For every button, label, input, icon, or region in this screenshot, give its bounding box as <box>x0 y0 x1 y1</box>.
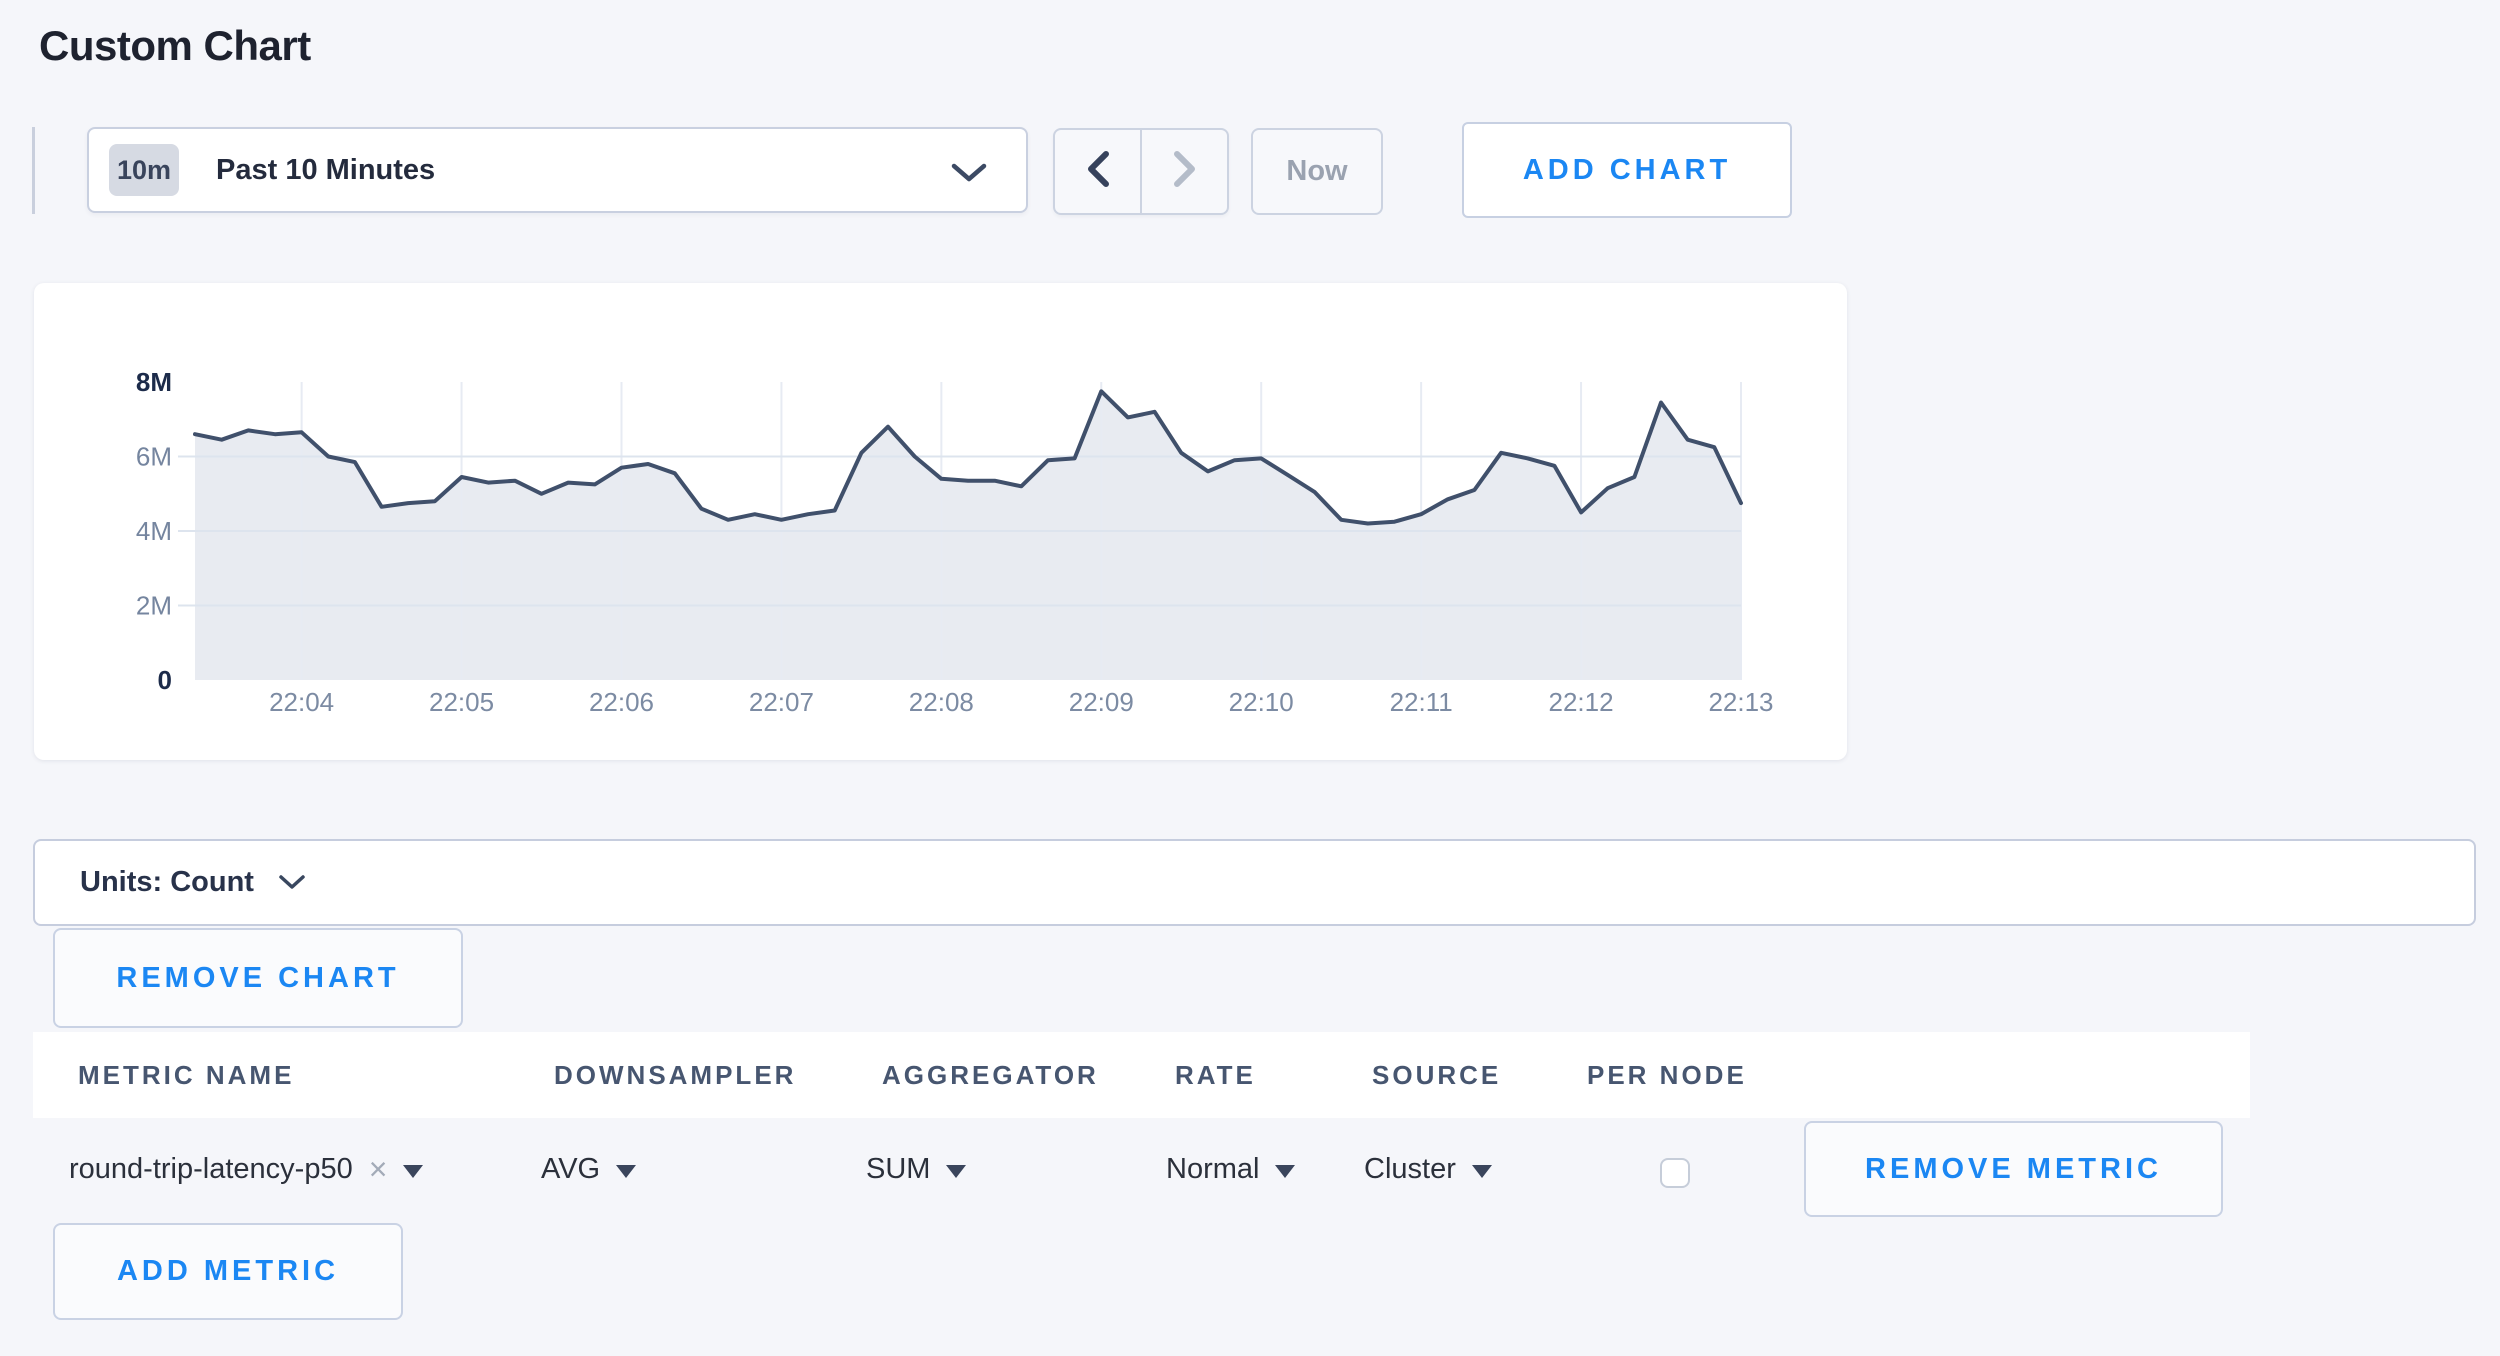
units-dropdown[interactable]: Units: Count <box>33 839 2476 926</box>
aggregator-dropdown[interactable]: SUM <box>866 1119 966 1219</box>
rate-value: Normal <box>1166 1153 1259 1186</box>
svg-text:22:13: 22:13 <box>1708 687 1773 717</box>
source-dropdown[interactable]: Cluster <box>1364 1119 1492 1219</box>
svg-text:22:11: 22:11 <box>1390 687 1453 717</box>
now-button[interactable]: Now <box>1251 128 1383 215</box>
remove-metric-button[interactable]: REMOVE METRIC <box>1804 1121 2223 1217</box>
units-label: Units: Count <box>80 866 254 899</box>
per-node-checkbox[interactable] <box>1660 1158 1690 1188</box>
column-header-aggregator: AGGREGATOR <box>882 1032 1099 1118</box>
metric-name-value: round-trip-latency-p50 <box>69 1153 353 1186</box>
column-header-source: SOURCE <box>1372 1032 1501 1118</box>
caret-down-icon <box>1472 1165 1492 1178</box>
chevron-right-icon <box>1172 150 1198 193</box>
aggregator-value: SUM <box>866 1153 930 1186</box>
time-next-button[interactable] <box>1142 130 1227 213</box>
add-chart-button[interactable]: ADD CHART <box>1462 122 1792 218</box>
page-title: Custom Chart <box>39 22 311 70</box>
svg-text:22:09: 22:09 <box>1069 687 1134 717</box>
source-value: Cluster <box>1364 1153 1456 1186</box>
caret-down-icon <box>616 1165 636 1178</box>
chevron-left-icon <box>1085 150 1111 193</box>
timeseries-area-chart[interactable]: 22:04 22:05 22:06 22:07 22:08 22:09 22:10 22:11… <box>34 283 1847 760</box>
column-header-metric-name: METRIC NAME <box>78 1032 294 1118</box>
remove-chart-button[interactable]: REMOVE CHART <box>53 928 463 1028</box>
svg-text:22:06: 22:06 <box>589 687 654 717</box>
downsampler-dropdown[interactable]: AVG <box>541 1119 636 1219</box>
clear-metric-icon[interactable]: × <box>369 1153 388 1185</box>
chevron-down-icon <box>950 162 988 189</box>
downsampler-value: AVG <box>541 1153 600 1186</box>
time-range-dropdown[interactable]: 10m Past 10 Minutes <box>87 127 1028 213</box>
add-metric-button[interactable]: ADD METRIC <box>53 1223 403 1320</box>
metric-name-dropdown[interactable]: round-trip-latency-p50 × <box>69 1119 423 1219</box>
caret-down-icon <box>946 1165 966 1178</box>
metrics-table-header: METRIC NAME DOWNSAMPLER AGGREGATOR RATE … <box>33 1032 2250 1118</box>
chart-area-fill <box>195 391 1741 680</box>
chart-card: 22:04 22:05 22:06 22:07 22:08 22:09 22:10 22:11… <box>34 283 1847 760</box>
svg-text:8M: 8M <box>136 367 172 397</box>
time-nav-group <box>1053 128 1229 215</box>
svg-text:22:07: 22:07 <box>749 687 814 717</box>
svg-text:4M: 4M <box>136 516 172 546</box>
svg-text:6M: 6M <box>136 442 172 472</box>
rate-dropdown[interactable]: Normal <box>1166 1119 1295 1219</box>
column-header-rate: RATE <box>1175 1032 1256 1118</box>
svg-text:22:08: 22:08 <box>909 687 974 717</box>
column-header-per-node: PER NODE <box>1587 1032 1747 1118</box>
svg-text:0: 0 <box>158 665 172 695</box>
caret-down-icon <box>1275 1165 1295 1178</box>
svg-text:22:10: 22:10 <box>1229 687 1294 717</box>
caret-down-icon <box>403 1165 423 1178</box>
time-prev-button[interactable] <box>1055 130 1142 213</box>
column-header-downsampler: DOWNSAMPLER <box>554 1032 796 1118</box>
time-range-badge: 10m <box>109 144 179 196</box>
toolbar-left-divider <box>32 127 35 214</box>
chevron-down-icon <box>278 874 306 895</box>
svg-text:2M: 2M <box>136 591 172 621</box>
svg-text:22:12: 22:12 <box>1549 687 1614 717</box>
time-range-label: Past 10 Minutes <box>216 154 435 187</box>
svg-text:22:05: 22:05 <box>429 687 494 717</box>
svg-text:22:04: 22:04 <box>269 687 334 717</box>
